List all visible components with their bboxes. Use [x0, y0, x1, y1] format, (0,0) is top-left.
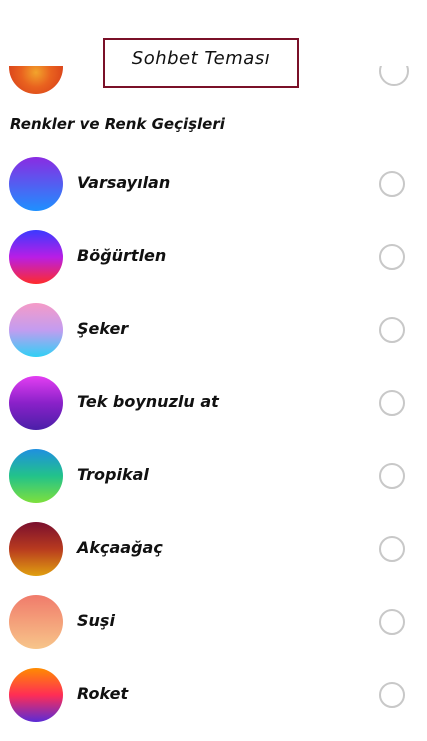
theme-swatch: [9, 595, 63, 649]
theme-row[interactable]: Şeker: [0, 303, 427, 376]
theme-label: Böğürtlen: [77, 246, 167, 265]
theme-row[interactable]: Böğürtlen: [0, 230, 427, 303]
theme-radio-button[interactable]: [379, 390, 405, 416]
theme-radio-button[interactable]: [379, 317, 405, 343]
sheet-title: Sohbet Teması: [131, 47, 271, 69]
theme-radio-button[interactable]: [379, 609, 405, 635]
theme-swatch: [9, 303, 63, 357]
sheet-title-box: Sohbet Teması: [103, 38, 299, 88]
theme-label: Roket: [77, 684, 129, 703]
section-header: Renkler ve Renk Geçişleri: [10, 115, 225, 133]
theme-radio-button[interactable]: [379, 244, 405, 270]
theme-row[interactable]: Suşi: [0, 595, 427, 668]
theme-label: Varsayılan: [77, 173, 171, 192]
theme-label: Şeker: [77, 319, 129, 338]
theme-row[interactable]: Roket: [0, 668, 427, 741]
theme-radio-button[interactable]: [379, 682, 405, 708]
theme-row[interactable]: Akçaağaç: [0, 522, 427, 595]
theme-swatch: [9, 376, 63, 430]
theme-row[interactable]: Tropikal: [0, 449, 427, 522]
theme-swatch: [9, 157, 63, 211]
theme-radio-button[interactable]: [379, 171, 405, 197]
theme-swatch: [9, 449, 63, 503]
theme-swatch: [9, 522, 63, 576]
theme-swatch: [9, 668, 63, 722]
theme-radio-button[interactable]: [379, 463, 405, 489]
theme-label: Tek boynuzlu at: [77, 392, 219, 411]
theme-swatch: [9, 230, 63, 284]
theme-label: Suşi: [77, 611, 115, 630]
theme-radio-button[interactable]: [379, 536, 405, 562]
theme-sheet: Sohbet Teması Renkler ve Renk Geçişleri …: [0, 0, 427, 737]
theme-row[interactable]: Varsayılan: [0, 157, 427, 230]
theme-label: Tropikal: [77, 465, 149, 484]
theme-row[interactable]: Tek boynuzlu at: [0, 376, 427, 449]
theme-label: Akçaağaç: [77, 538, 163, 557]
